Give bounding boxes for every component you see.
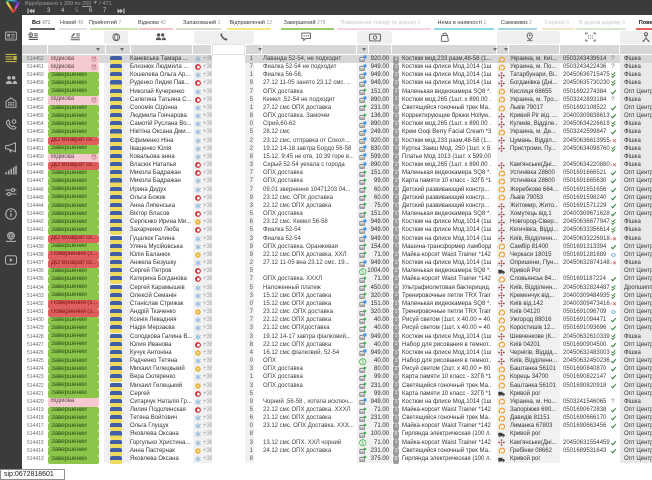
- svg-text:$: $: [361, 269, 364, 275]
- svg-text:$: $: [361, 441, 364, 447]
- svg-text:$: $: [361, 359, 364, 365]
